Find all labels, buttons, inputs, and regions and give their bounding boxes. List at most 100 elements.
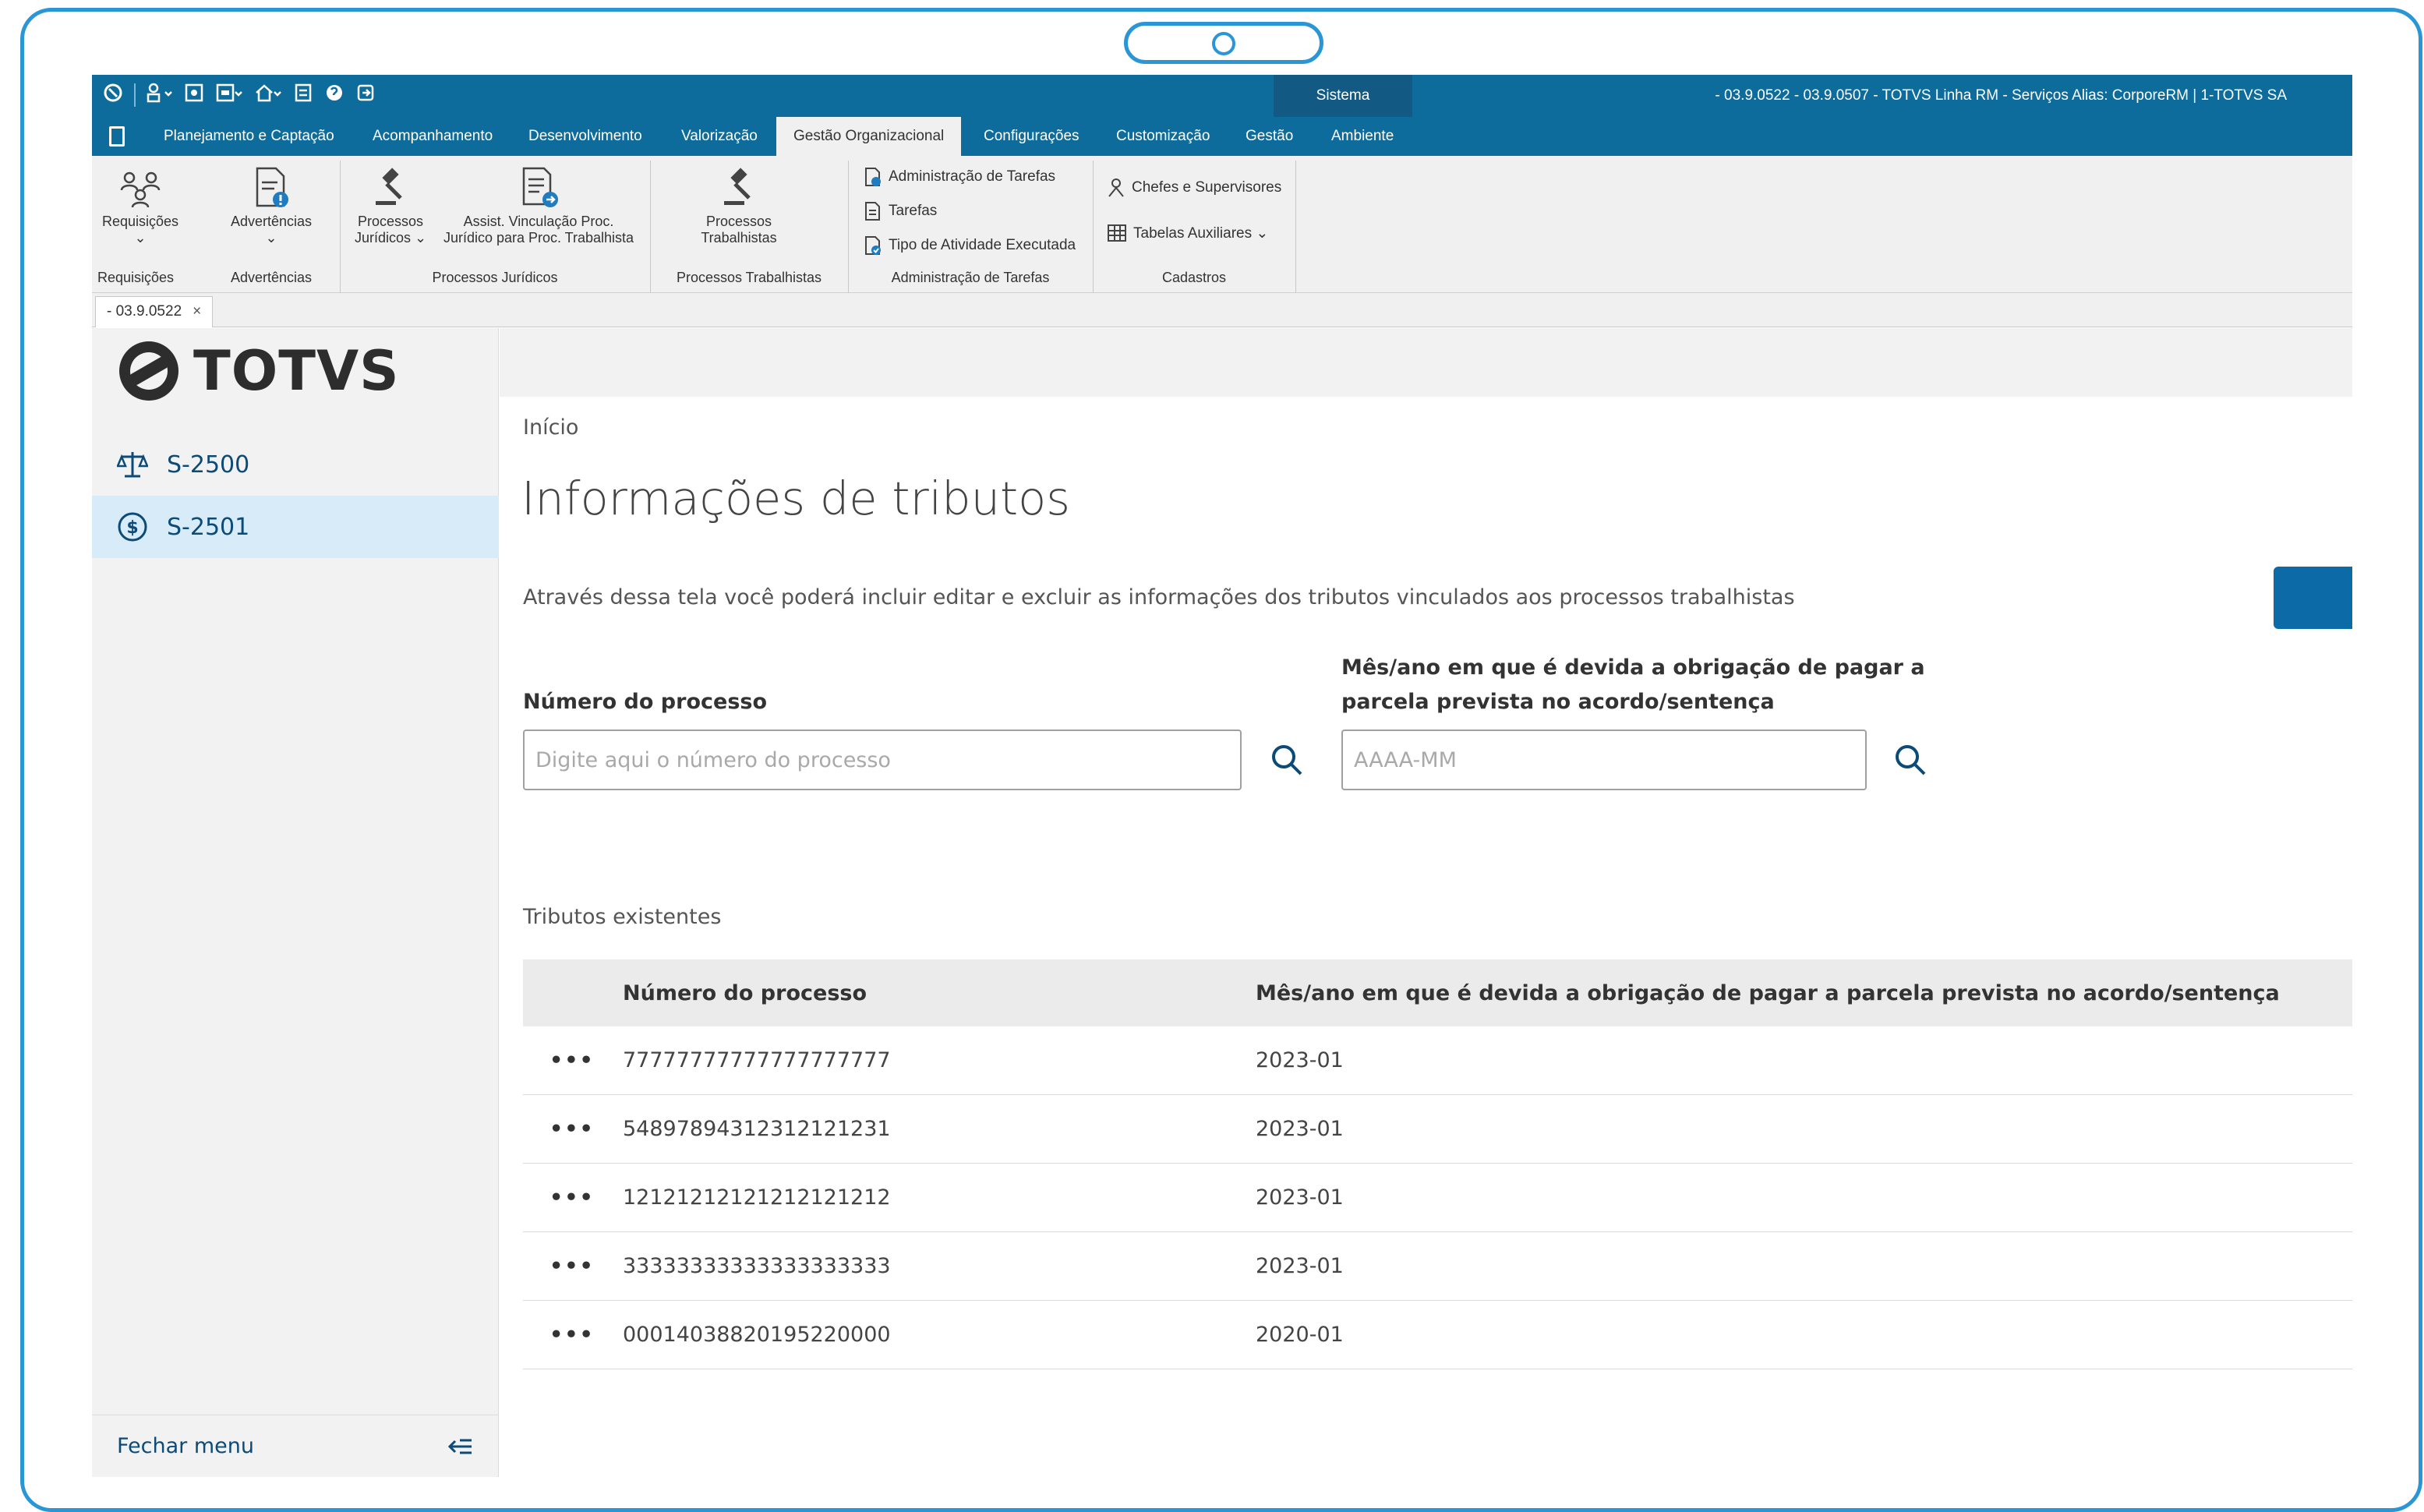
window-menu-icon[interactable] <box>215 83 243 108</box>
document-tab[interactable]: - 03.9.0522 × <box>95 296 214 327</box>
page-title: Informações de tributos <box>521 472 1070 525</box>
warning-document-icon <box>256 167 288 207</box>
tab-customizacao[interactable]: Customização <box>1116 117 1210 156</box>
processo-search-input[interactable] <box>523 730 1242 790</box>
tipo-atividade-label: Tipo de Atividade Executada <box>889 237 1076 253</box>
quick-access-toolbar <box>103 83 376 108</box>
tipo-atividade-button[interactable]: Tipo de Atividade Executada <box>864 235 1076 256</box>
processos-juridicos-button[interactable]: Processos Jurídicos ⌄ <box>348 167 433 246</box>
row-actions-icon[interactable]: ••• <box>523 1323 623 1347</box>
row-actions-icon[interactable]: ••• <box>523 1048 623 1072</box>
view-icon[interactable] <box>184 83 204 108</box>
mes-field-label: Mês/ano em que é devida a obrigação de p… <box>1341 651 1925 719</box>
svg-text:$: $ <box>126 518 138 538</box>
app-window: Sistema - 03.9.0522 - 03.9.0507 - TOTVS … <box>92 75 2352 1477</box>
table-row[interactable]: ••• 33333333333333333333 2023-01 <box>523 1232 2352 1301</box>
adm-tarefas-button[interactable]: Administração de Tarefas <box>864 167 1055 187</box>
search-icon[interactable] <box>1892 741 1929 779</box>
mes-field-label-line-2: parcela prevista no acordo/sentença <box>1341 690 1775 714</box>
people-exchange-icon <box>120 171 161 208</box>
processos-juridicos-label-2: Jurídicos ⌄ <box>354 230 427 246</box>
column-header-mes[interactable]: Mês/ano em que é devida a obrigação de p… <box>1256 981 2352 1005</box>
activity-type-icon <box>865 236 881 255</box>
totvs-logo-icon <box>119 341 178 401</box>
ribbon: Requisições ⌄ Advertências ⌄ Processos J… <box>92 156 2352 293</box>
exit-icon[interactable] <box>355 83 376 108</box>
table-row[interactable]: ••• 54897894312312121231 2023-01 <box>523 1095 2352 1164</box>
chefes-supervisores-button[interactable]: Chefes e Supervisores <box>1107 178 1281 198</box>
table-row[interactable]: ••• 77777777777777777777 2023-01 <box>523 1026 2352 1095</box>
content-header-band <box>500 328 2352 397</box>
tab-gestao[interactable]: Gestão <box>1246 117 1293 156</box>
tabelas-auxiliares-label: Tabelas Auxiliares ⌄ <box>1133 224 1269 242</box>
users-icon[interactable] <box>147 83 173 108</box>
sidebar-item-s2500[interactable]: S-2500 <box>92 433 499 496</box>
sidebar-item-label: S-2500 <box>167 450 250 479</box>
tarefas-button[interactable]: Tarefas <box>864 201 937 221</box>
chefes-supervisores-label: Chefes e Supervisores <box>1132 179 1282 196</box>
search-icon[interactable] <box>1268 741 1306 779</box>
table-header: Número do processo Mês/ano em que é devi… <box>523 959 2352 1026</box>
cell-processo: 12121212121212121212 <box>623 1185 891 1210</box>
close-icon[interactable]: × <box>193 303 201 320</box>
requisicoes-button[interactable]: Requisições ⌄ <box>101 167 179 246</box>
tab-ambiente[interactable]: Ambiente <box>1331 117 1394 156</box>
gavel-icon <box>724 168 751 205</box>
table-row[interactable]: ••• 12121212121212121212 2023-01 <box>523 1164 2352 1232</box>
power-icon[interactable] <box>103 83 123 108</box>
cell-mes: 2023-01 <box>1256 1117 1344 1141</box>
chevron-down-icon: ⌄ <box>134 230 147 246</box>
sidebar-item-s2501[interactable]: $ S-2501 <box>92 496 499 558</box>
cell-processo: 77777777777777777777 <box>623 1048 891 1072</box>
device-notch <box>1124 22 1323 64</box>
processo-field-label: Número do processo <box>523 690 768 714</box>
calculator-icon[interactable] <box>293 83 313 108</box>
main-content: Início Informações de tributos Através d… <box>500 328 2352 1477</box>
linked-document-icon <box>522 167 558 207</box>
assist-vinculacao-label-2: Jurídico para Proc. Trabalhista <box>443 230 634 246</box>
group-processos-juridicos: Processos Jurídicos <box>432 270 558 285</box>
processos-trabalhistas-label-2: Trabalhistas <box>701 230 777 246</box>
tabelas-auxiliares-button[interactable]: Tabelas Auxiliares ⌄ <box>1107 223 1268 243</box>
group-cadastros: Cadastros <box>1161 270 1227 285</box>
system-tab[interactable]: Sistema <box>1274 75 1412 117</box>
totvs-logo: TOTVS <box>117 339 400 403</box>
tab-valorizacao[interactable]: Valorização <box>681 117 758 156</box>
cell-mes: 2023-01 <box>1256 1254 1344 1278</box>
row-actions-icon[interactable]: ••• <box>523 1185 623 1210</box>
tab-desenvolvimento[interactable]: Desenvolvimento <box>528 117 642 156</box>
tab-planejamento[interactable]: Planejamento e Captação <box>164 117 334 156</box>
app-menu-icon[interactable] <box>109 126 125 147</box>
ribbon-divider <box>1295 161 1296 293</box>
collapse-menu-icon <box>447 1439 472 1454</box>
primary-action-button[interactable] <box>2274 567 2352 629</box>
title-bar: Sistema - 03.9.0522 - 03.9.0507 - TOTVS … <box>92 75 2352 117</box>
close-menu-button[interactable]: Fechar menu <box>92 1415 499 1477</box>
advertencias-button[interactable]: Advertências ⌄ <box>223 167 320 246</box>
tab-acompanhamento[interactable]: Acompanhamento <box>373 117 493 156</box>
table-icon <box>1108 224 1126 242</box>
tab-gestao-organizacional[interactable]: Gestão Organizacional <box>776 117 962 156</box>
cell-mes: 2020-01 <box>1256 1323 1344 1347</box>
column-header-processo[interactable]: Número do processo <box>623 981 1256 1005</box>
adm-tarefas-label: Administração de Tarefas <box>889 168 1056 185</box>
mes-search-input[interactable] <box>1341 730 1867 790</box>
assist-vinculacao-label: Assist. Vinculação Proc. <box>463 214 614 229</box>
cell-mes: 2023-01 <box>1256 1185 1344 1210</box>
row-actions-icon[interactable]: ••• <box>523 1117 623 1141</box>
home-icon[interactable] <box>254 83 282 108</box>
assist-vinculacao-button[interactable]: Assist. Vinculação Proc. Jurídico para P… <box>433 167 644 246</box>
logo-text: TOTVS <box>193 339 400 403</box>
table-section-label: Tributos existentes <box>523 905 722 929</box>
tab-configuracoes[interactable]: Configurações <box>984 117 1079 156</box>
help-globe-icon[interactable] <box>324 83 345 108</box>
mes-field-label-line-1: Mês/ano em que é devida a obrigação de p… <box>1341 655 1925 680</box>
breadcrumb[interactable]: Início <box>523 415 578 440</box>
table-row[interactable]: ••• 00014038820195220000 2020-01 <box>523 1301 2352 1369</box>
sidebar-item-label: S-2501 <box>167 513 250 541</box>
row-actions-icon[interactable]: ••• <box>523 1254 623 1278</box>
page-description: Através dessa tela você poderá incluir e… <box>523 585 1795 609</box>
requisicoes-label: Requisições <box>101 214 179 229</box>
cell-processo: 00014038820195220000 <box>623 1323 891 1347</box>
processos-trabalhistas-button[interactable]: Processos Trabalhistas <box>661 167 817 246</box>
